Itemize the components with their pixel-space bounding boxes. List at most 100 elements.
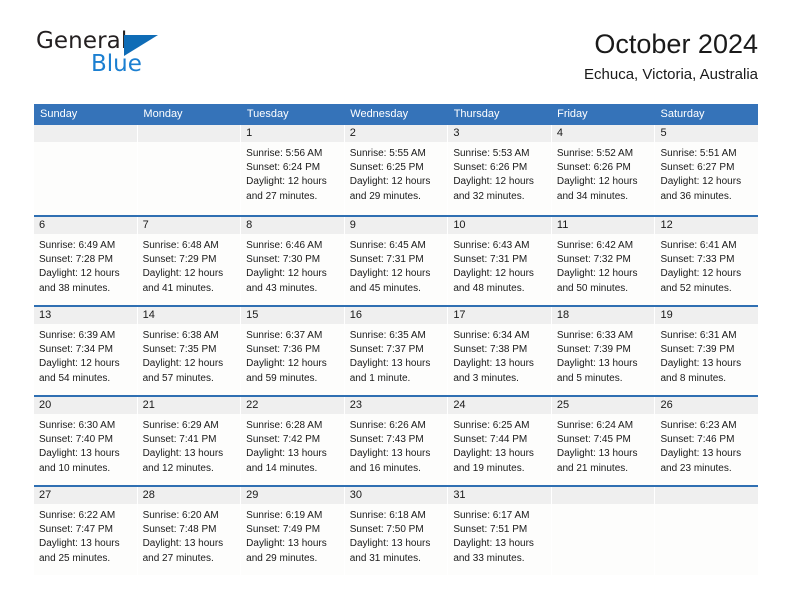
day-cell[interactable]: 6 Sunrise: 6:49 AM Sunset: 7:28 PM Daylight… (34, 217, 137, 305)
day-cell[interactable]: 22 Sunrise: 6:28 AM Sunset: 7:42 PM Dayligh… (241, 397, 344, 485)
day-details: Sunrise: 6:43 AM Sunset: 7:31 PM Daylight:… (448, 234, 551, 296)
day-details: Sunrise: 5:53 AM Sunset: 6:26 PM Daylight:… (448, 142, 551, 204)
daylight-text-line2: and 48 minutes. (453, 282, 525, 294)
sunset-text: Sunset: 7:45 PM (556, 434, 631, 446)
sunset-text: Sunset: 7:48 PM (142, 524, 217, 536)
page-title: October 2024 (594, 29, 758, 59)
day-details: Sunrise: 5:56 AM Sunset: 6:24 PM Daylight:… (241, 142, 344, 204)
general-blue-logo[interactable]: General Blue (34, 28, 234, 84)
daylight-text-line1: Daylight: 13 hours (39, 448, 120, 460)
day-number: 25 (551, 397, 655, 414)
day-number: 18 (551, 307, 655, 324)
day-cell[interactable]: 20 Sunrise: 6:30 AM Sunset: 7:40 PM Dayligh… (34, 397, 137, 485)
calendar-weeks: 1 Sunrise: 5:56 AM Sunset: 6:24 PM Daylight… (34, 125, 759, 575)
sunset-text: Sunset: 7:39 PM (660, 344, 735, 356)
daylight-text-line1: Daylight: 13 hours (349, 358, 431, 370)
sunset-text: Sunset: 7:28 PM (39, 254, 113, 266)
sunset-text: Sunset: 7:31 PM (349, 254, 424, 266)
day-cell[interactable]: 1 Sunrise: 5:56 AM Sunset: 6:24 PM Daylight… (241, 125, 344, 215)
sunrise-text: Sunrise: 6:29 AM (142, 420, 219, 431)
day-cell[interactable]: 4 Sunrise: 5:52 AM Sunset: 6:26 PM Daylight… (551, 125, 655, 215)
daylight-text-line1: Daylight: 12 hours (556, 176, 638, 188)
day-number: 31 (448, 487, 551, 504)
day-cell[interactable]: 26 Sunrise: 6:23 AM Sunset: 7:46 PM Dayligh… (655, 397, 759, 485)
daylight-text-line1: Daylight: 12 hours (142, 268, 224, 280)
day-cell-empty (137, 125, 241, 215)
sunset-text: Sunset: 6:25 PM (349, 162, 424, 174)
day-cell[interactable]: 16 Sunrise: 6:35 AM Sunset: 7:37 PM Dayligh… (344, 307, 448, 395)
daylight-text-line2: and 36 minutes. (660, 190, 732, 202)
day-number: 28 (137, 487, 241, 504)
day-number: 14 (137, 307, 241, 324)
day-number (551, 487, 655, 504)
sunrise-text: Sunrise: 5:51 AM (660, 148, 737, 159)
day-cell[interactable]: 29 Sunrise: 6:19 AM Sunset: 7:49 PM Dayligh… (241, 487, 344, 575)
sunrise-text: Sunrise: 6:33 AM (556, 330, 634, 341)
day-cell-empty (655, 487, 759, 575)
sunrise-text: Sunrise: 6:30 AM (39, 420, 116, 431)
sunrise-text: Sunrise: 6:19 AM (246, 510, 323, 521)
day-cell[interactable]: 2 Sunrise: 5:55 AM Sunset: 6:25 PM Daylight… (344, 125, 448, 215)
calendar-week-row: 6 Sunrise: 6:49 AM Sunset: 7:28 PM Daylight… (34, 215, 759, 305)
day-cell[interactable]: 14 Sunrise: 6:38 AM Sunset: 7:35 PM Dayligh… (137, 307, 241, 395)
day-cell[interactable]: 25 Sunrise: 6:24 AM Sunset: 7:45 PM Dayligh… (551, 397, 655, 485)
sunrise-text: Sunrise: 6:34 AM (453, 330, 530, 341)
daylight-text-line1: Daylight: 12 hours (453, 268, 534, 280)
sunrise-text: Sunrise: 6:39 AM (39, 330, 116, 341)
day-cell[interactable]: 28 Sunrise: 6:20 AM Sunset: 7:48 PM Dayligh… (137, 487, 241, 575)
day-number: 27 (34, 487, 137, 504)
sunrise-text: Sunrise: 6:28 AM (246, 420, 323, 431)
calendar-week-row: 20 Sunrise: 6:30 AM Sunset: 7:40 PM Dayligh… (34, 395, 759, 485)
day-cell[interactable]: 30 Sunrise: 6:18 AM Sunset: 7:50 PM Dayligh… (344, 487, 448, 575)
day-number: 11 (551, 217, 655, 234)
day-cell[interactable]: 31 Sunrise: 6:17 AM Sunset: 7:51 PM Dayligh… (448, 487, 551, 575)
day-cell[interactable]: 8 Sunrise: 6:46 AM Sunset: 7:30 PM Daylight… (241, 217, 344, 305)
daylight-text-line2: and 1 minute. (349, 372, 411, 384)
daylight-text-line1: Daylight: 12 hours (660, 176, 742, 188)
day-details: Sunrise: 6:33 AM Sunset: 7:39 PM Daylight:… (552, 324, 655, 386)
day-cell[interactable]: 12 Sunrise: 6:41 AM Sunset: 7:33 PM Dayligh… (655, 217, 759, 305)
day-cell[interactable]: 3 Sunrise: 5:53 AM Sunset: 6:26 PM Daylight… (448, 125, 551, 215)
day-number: 2 (344, 125, 448, 142)
daylight-text-line2: and 27 minutes. (142, 552, 214, 564)
day-cell[interactable]: 23 Sunrise: 6:26 AM Sunset: 7:43 PM Dayligh… (344, 397, 448, 485)
daylight-text-line2: and 57 minutes. (142, 372, 214, 384)
sunrise-text: Sunrise: 6:22 AM (39, 510, 116, 521)
sunrise-text: Sunrise: 5:55 AM (349, 148, 426, 159)
day-cell[interactable]: 9 Sunrise: 6:45 AM Sunset: 7:31 PM Daylight… (344, 217, 448, 305)
daylight-text-line2: and 59 minutes. (246, 372, 318, 384)
sunset-text: Sunset: 7:39 PM (556, 344, 631, 356)
daylight-text-line2: and 29 minutes. (349, 190, 421, 202)
daylight-text-line1: Daylight: 12 hours (246, 358, 327, 370)
day-number: 12 (655, 217, 759, 234)
day-cell[interactable]: 5 Sunrise: 5:51 AM Sunset: 6:27 PM Daylight… (655, 125, 759, 215)
sunrise-text: Sunrise: 6:38 AM (142, 330, 219, 341)
sunset-text: Sunset: 7:36 PM (246, 344, 321, 356)
day-cell[interactable]: 17 Sunrise: 6:34 AM Sunset: 7:38 PM Dayligh… (448, 307, 551, 395)
day-details: Sunrise: 6:49 AM Sunset: 7:28 PM Daylight:… (34, 234, 137, 296)
daylight-text-line1: Daylight: 12 hours (39, 268, 120, 280)
calendar-week-row: 13 Sunrise: 6:39 AM Sunset: 7:34 PM Dayligh… (34, 305, 759, 395)
day-cell[interactable]: 10 Sunrise: 6:43 AM Sunset: 7:31 PM Dayligh… (448, 217, 551, 305)
calendar-week-row: 27 Sunrise: 6:22 AM Sunset: 7:47 PM Dayligh… (34, 485, 759, 575)
day-details: Sunrise: 6:25 AM Sunset: 7:44 PM Daylight:… (448, 414, 551, 476)
daylight-text-line1: Daylight: 13 hours (556, 448, 638, 460)
day-number (655, 487, 759, 504)
day-cell[interactable]: 7 Sunrise: 6:48 AM Sunset: 7:29 PM Daylight… (137, 217, 241, 305)
day-cell[interactable]: 19 Sunrise: 6:31 AM Sunset: 7:39 PM Dayligh… (655, 307, 759, 395)
weekday-header-saturday: Saturday (660, 108, 705, 120)
sunset-text: Sunset: 7:33 PM (660, 254, 735, 266)
day-cell[interactable]: 11 Sunrise: 6:42 AM Sunset: 7:32 PM Dayligh… (551, 217, 655, 305)
day-number (34, 125, 137, 142)
daylight-text-line1: Daylight: 13 hours (39, 538, 120, 550)
day-cell[interactable]: 24 Sunrise: 6:25 AM Sunset: 7:44 PM Dayligh… (448, 397, 551, 485)
sunrise-text: Sunrise: 6:45 AM (349, 240, 426, 251)
day-cell[interactable]: 18 Sunrise: 6:33 AM Sunset: 7:39 PM Dayligh… (551, 307, 655, 395)
day-cell[interactable]: 27 Sunrise: 6:22 AM Sunset: 7:47 PM Dayligh… (34, 487, 137, 575)
day-number: 17 (448, 307, 551, 324)
day-cell[interactable]: 21 Sunrise: 6:29 AM Sunset: 7:41 PM Dayligh… (137, 397, 241, 485)
day-cell[interactable]: 15 Sunrise: 6:37 AM Sunset: 7:36 PM Dayligh… (241, 307, 344, 395)
day-details: Sunrise: 6:20 AM Sunset: 7:48 PM Daylight:… (138, 504, 241, 566)
day-cell[interactable]: 13 Sunrise: 6:39 AM Sunset: 7:34 PM Dayligh… (34, 307, 137, 395)
day-cell-empty (551, 487, 655, 575)
